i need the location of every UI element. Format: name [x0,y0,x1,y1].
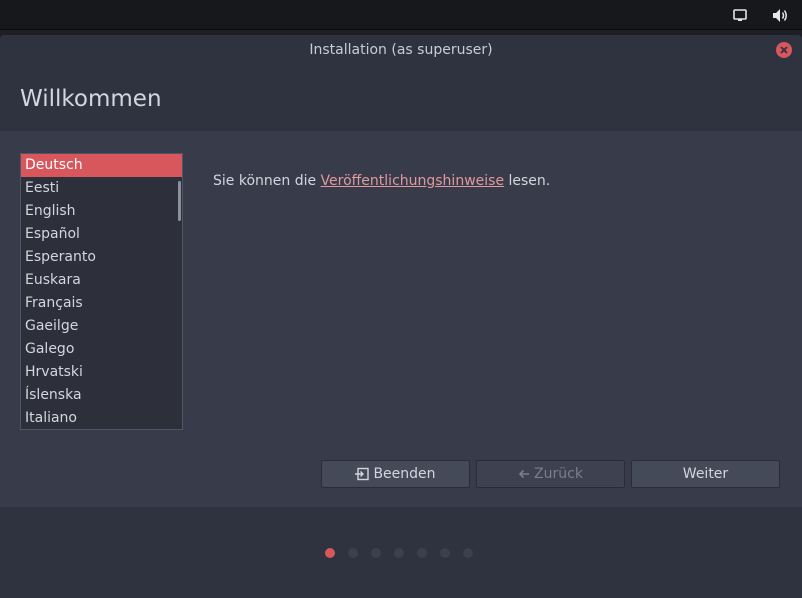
quit-icon [355,467,370,481]
volume-icon[interactable] [771,6,789,24]
quit-label: Beenden [373,466,436,482]
release-notes-suffix: lesen. [504,173,551,189]
release-notes-line: Sie können die Veröffentlichungshinweise… [213,173,550,189]
language-item[interactable]: Eesti [21,177,182,200]
window-title: Installation (as superuser) [309,42,493,58]
language-item[interactable]: Deutsch [21,154,182,177]
content-area: Deutsch Eesti English Español Esperanto Euska… [0,131,802,507]
step-dot [463,548,473,558]
arrow-left-icon [518,469,530,479]
step-dot [417,548,427,558]
release-notes-link[interactable]: Veröffentlichungshinweise [321,173,505,189]
language-item[interactable]: Français [21,292,182,315]
language-item[interactable]: English [21,200,182,223]
forward-button[interactable]: Weiter [631,460,780,488]
release-notes-prefix: Sie können die [213,173,321,189]
step-dot [371,548,381,558]
language-item[interactable]: Esperanto [21,246,182,269]
display-icon[interactable] [731,6,749,24]
step-dot [440,548,450,558]
language-item[interactable]: Íslenska [21,384,182,407]
language-item[interactable]: Italiano [21,407,182,429]
language-item[interactable]: Hrvatski [21,361,182,384]
scrollbar-thumb[interactable] [178,181,181,221]
language-list[interactable]: Deutsch Eesti English Español Esperanto Euska… [20,153,183,430]
page-header: Willkommen [0,65,802,131]
language-item[interactable]: Gaeilge [21,315,182,338]
language-item[interactable]: Euskara [21,269,182,292]
close-icon [780,46,788,54]
top-panel [0,0,802,30]
back-button[interactable]: Zurück [476,460,625,488]
page-title: Willkommen [20,86,162,112]
step-dot [394,548,404,558]
language-item[interactable]: Galego [21,338,182,361]
installer-window: Installation (as superuser) Willkommen D… [0,35,802,598]
titlebar: Installation (as superuser) [0,35,802,65]
forward-label: Weiter [682,466,729,482]
step-indicator [0,507,802,598]
quit-button[interactable]: Beenden [321,460,470,488]
step-dot [348,548,358,558]
close-button[interactable] [776,42,792,58]
step-dot [325,548,335,558]
back-label: Zurück [534,466,583,482]
language-item[interactable]: Español [21,223,182,246]
